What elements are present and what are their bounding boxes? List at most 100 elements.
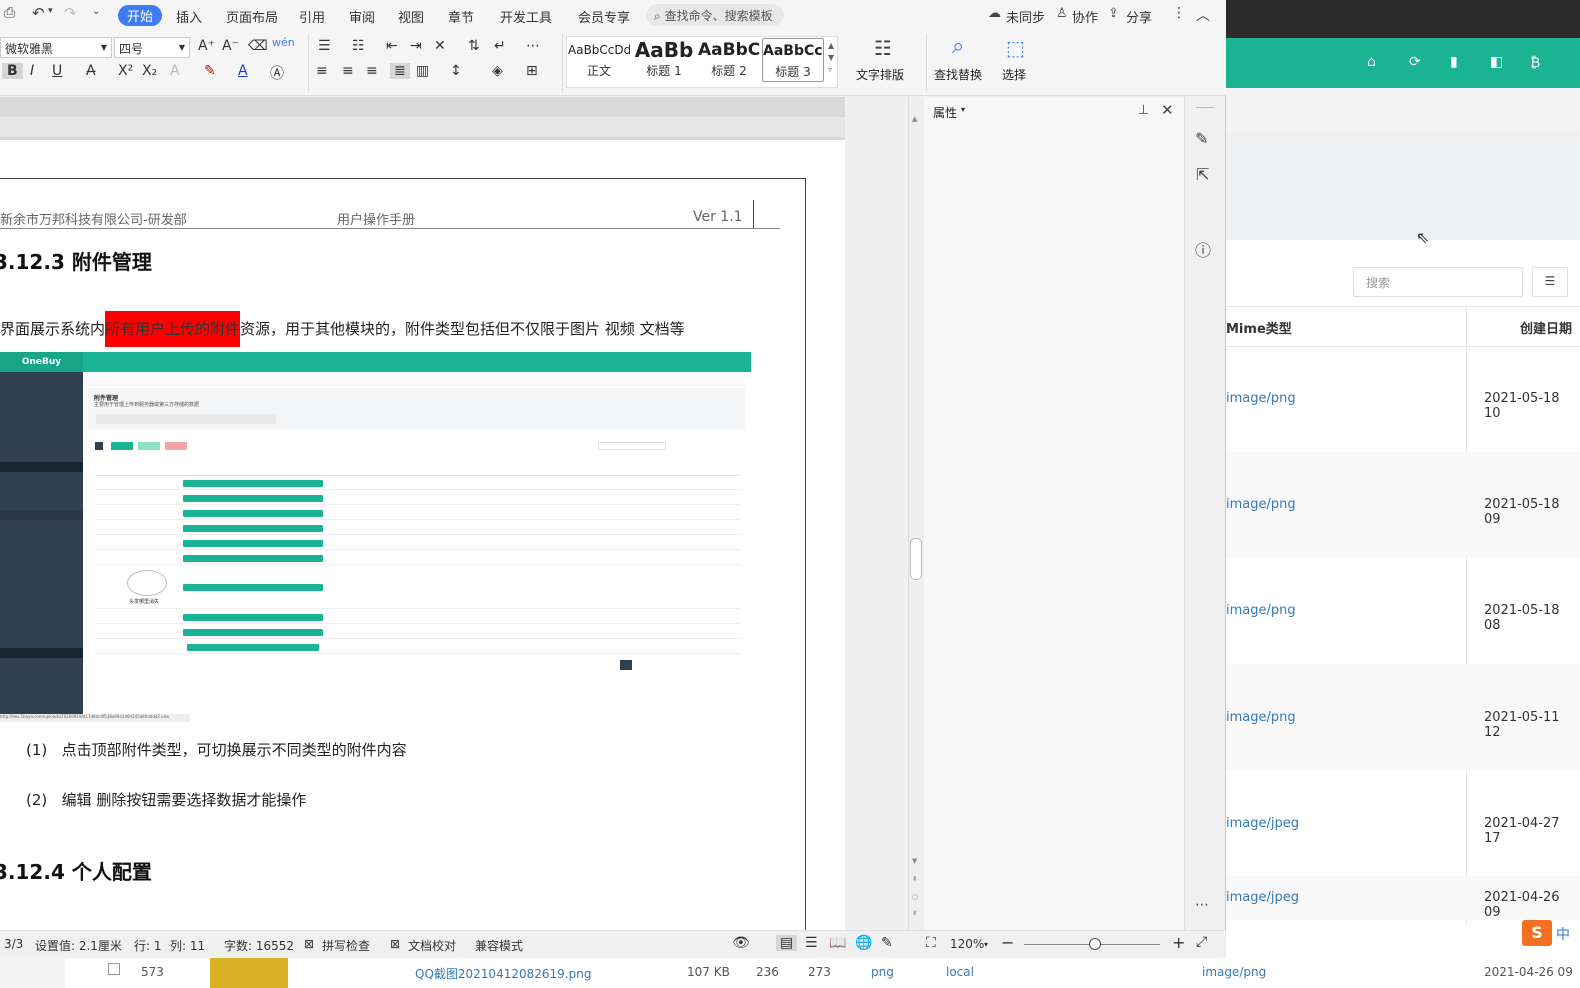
bitcoin-icon[interactable]: ₿ [1530, 54, 1540, 71]
style-heading-1[interactable]: AaBb 标题 1 [632, 38, 696, 82]
more-icon[interactable]: ⋮ [1172, 5, 1186, 21]
next-page-icon[interactable]: ⇟ [912, 909, 918, 917]
row-file-link[interactable]: QQ截图20210412082619.png [415, 965, 591, 982]
spellcheck-button[interactable]: 拼写检查 [322, 937, 370, 954]
align-right-icon[interactable]: ≡ [366, 63, 378, 79]
list-view-button[interactable]: ☰ [1532, 267, 1568, 297]
zoom-out-icon[interactable]: − [1001, 933, 1014, 952]
proofread-button[interactable]: 文档校对 [408, 937, 456, 954]
line-break-icon[interactable]: ↵ [494, 38, 506, 54]
style-heading-2[interactable]: AaBbC 标题 2 [698, 38, 760, 82]
fit-page-icon[interactable]: ⛶ [926, 935, 936, 951]
chinese-layout-icon[interactable]: ✕ [434, 38, 446, 54]
align-center-icon[interactable]: ≡ [342, 63, 354, 79]
chevron-down-icon[interactable]: ▾ [961, 105, 965, 114]
bold-icon[interactable]: B [2, 63, 23, 79]
font-size-select[interactable]: 四号 ▼ [114, 37, 190, 58]
table-search-input[interactable]: 搜索 [1353, 267, 1523, 297]
find-icon[interactable]: ⌕ [952, 34, 964, 59]
tab-page-layout[interactable]: 页面布局 [226, 7, 278, 26]
pin-icon[interactable]: ⊥ [1138, 103, 1149, 118]
text-effect-icon[interactable]: A [170, 63, 180, 79]
increase-indent-icon[interactable]: ⇥ [410, 38, 422, 54]
print-preview-icon[interactable]: ⎙ [4, 5, 15, 21]
undo-icon[interactable]: ↶ [32, 4, 45, 22]
zoom-level[interactable]: 120% [950, 937, 984, 951]
page-view-icon[interactable]: ▤ [776, 935, 798, 951]
shading-icon[interactable]: ◈ [492, 63, 503, 79]
text-layout-icon[interactable]: ☷ [874, 36, 892, 60]
help-icon[interactable]: ⓘ [1195, 237, 1211, 261]
italic-icon[interactable]: I [30, 63, 34, 79]
col-date-header[interactable]: 创建日期 [1520, 318, 1572, 337]
style-edit-icon[interactable]: ✎ [1195, 129, 1208, 148]
row-checkbox[interactable] [108, 963, 120, 975]
language-icon[interactable]: ◧ [1490, 54, 1503, 70]
align-left-icon[interactable]: ≡ [316, 63, 328, 79]
redo-icon[interactable]: ↷ [64, 4, 77, 22]
shrink-font-icon[interactable]: A⁻ [222, 38, 239, 54]
trash-icon[interactable]: ▮ [1450, 54, 1458, 70]
zoom-slider-thumb[interactable] [1089, 938, 1101, 950]
collab-button[interactable]: 协作 [1072, 7, 1098, 26]
tab-membership[interactable]: 会员专享 [578, 7, 630, 26]
numbered-list-icon[interactable]: ☷ [352, 38, 365, 54]
web-view-icon[interactable]: 🌐 [855, 935, 872, 951]
chevron-down-icon[interactable]: ▾ [48, 6, 53, 16]
font-name-select[interactable]: 微软雅黑 ▼ [0, 37, 112, 58]
char-border-icon[interactable]: Ⓐ [270, 63, 284, 83]
chevron-down-icon[interactable]: ⌄ [92, 6, 100, 17]
eye-protection-icon[interactable]: 👁 [732, 935, 750, 951]
superscript-icon[interactable]: X² [118, 63, 133, 79]
outline-view-icon[interactable]: ☰ [805, 935, 818, 951]
page-indicator[interactable]: 3/3 [4, 937, 23, 951]
prev-page-icon[interactable]: ⇞ [912, 875, 918, 883]
select-browse-icon[interactable]: ○ [912, 893, 918, 901]
refresh-icon[interactable]: ⟳ [1409, 54, 1421, 70]
highlight-icon[interactable]: ✎ [204, 63, 216, 79]
find-replace-button[interactable]: 查找替换 [934, 66, 982, 83]
vertical-scrollbar[interactable]: ▲ ▼ ⇞ ○ ⇟ [908, 97, 924, 930]
read-view-icon[interactable]: 📖 [829, 935, 846, 951]
phonetic-icon[interactable]: wén [272, 36, 295, 49]
font-color-icon[interactable]: A [238, 63, 248, 79]
grow-font-icon[interactable]: A⁺ [198, 38, 215, 54]
borders-icon[interactable]: ⊞ [526, 63, 538, 79]
tab-insert[interactable]: 插入 [176, 7, 202, 26]
sort-icon[interactable]: ⇅ [468, 38, 480, 54]
word-count[interactable]: 字数: 16552 [224, 937, 294, 954]
justify-icon[interactable]: ≣ [390, 63, 410, 79]
more-icon[interactable]: ⋯ [1195, 897, 1209, 913]
select-icon[interactable]: ⬚ [1006, 36, 1025, 60]
embedded-screenshot[interactable]: OneBuy 附件管理 主要用于管理上传到服务器或第三方存储的数据 头发哪里消失 [0, 352, 751, 722]
pane-title[interactable]: 属性 [933, 104, 957, 121]
show-marks-icon[interactable]: ⋯ [526, 38, 540, 54]
col-mime-header[interactable]: Mime类型 [1226, 318, 1292, 337]
style-heading-3[interactable]: AaBbCcI 标题 3 [762, 38, 824, 82]
tab-view[interactable]: 视图 [398, 7, 424, 26]
tab-chapter[interactable]: 章节 [448, 7, 474, 26]
scroll-up-icon[interactable]: ▲ [912, 115, 917, 123]
pointer-icon[interactable]: ⇱ [1196, 165, 1209, 184]
scroll-down-icon[interactable]: ▼ [912, 857, 917, 865]
sync-status[interactable]: 未同步 [1006, 7, 1045, 26]
underline-icon[interactable]: U [52, 63, 62, 79]
home-icon[interactable]: ⌂ [1367, 54, 1376, 70]
write-view-icon[interactable]: ✎ [881, 935, 893, 951]
bullet-list-icon[interactable]: ☰ [318, 38, 331, 54]
chevron-down-icon[interactable]: ▾ [984, 940, 988, 949]
subscript-icon[interactable]: X₂ [142, 63, 157, 79]
tab-review[interactable]: 审阅 [349, 7, 375, 26]
sogou-ime-icon[interactable]: S [1522, 920, 1552, 946]
distributed-icon[interactable]: ▥ [416, 63, 429, 79]
style-normal[interactable]: AaBbCcDd 正文 [568, 38, 630, 82]
tab-references[interactable]: 引用 [299, 7, 325, 26]
text-layout-button[interactable]: 文字排版 [856, 66, 904, 83]
tab-developer[interactable]: 开发工具 [500, 7, 552, 26]
zoom-in-icon[interactable]: + [1172, 933, 1185, 952]
select-button[interactable]: 选择 [1002, 66, 1026, 83]
close-icon[interactable]: ✕ [1161, 101, 1174, 119]
share-button[interactable]: 分享 [1126, 7, 1152, 26]
fullscreen-icon[interactable]: ⤢ [1196, 934, 1207, 950]
decrease-indent-icon[interactable]: ⇤ [386, 38, 398, 54]
